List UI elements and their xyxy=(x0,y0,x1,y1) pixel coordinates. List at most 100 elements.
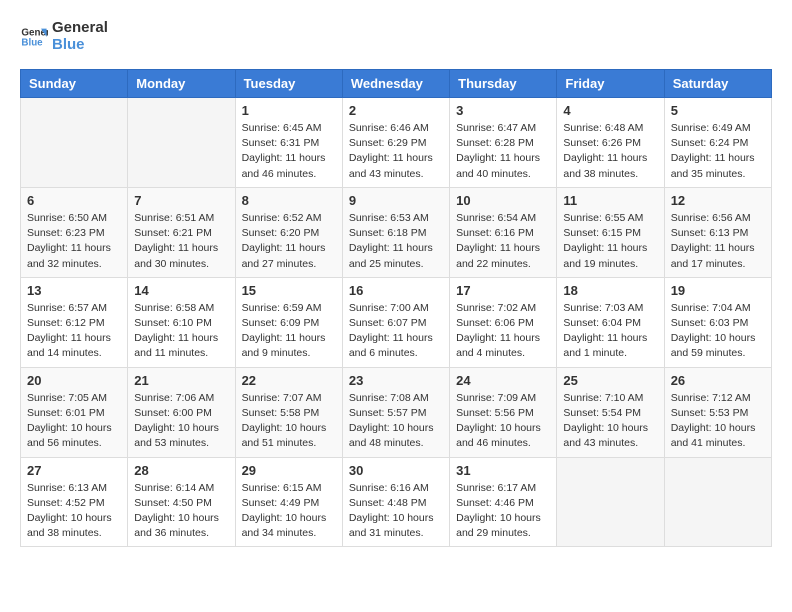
day-number: 20 xyxy=(27,373,121,388)
calendar-cell xyxy=(21,98,128,188)
day-number: 22 xyxy=(242,373,336,388)
day-number: 26 xyxy=(671,373,765,388)
calendar-cell: 23 Sunrise: 7:08 AM Sunset: 5:57 PM Dayli… xyxy=(342,367,449,457)
logo-icon: General Blue xyxy=(20,23,48,51)
day-number: 28 xyxy=(134,463,228,478)
day-number: 23 xyxy=(349,373,443,388)
weekday-header-friday: Friday xyxy=(557,70,664,98)
calendar-cell: 16Sunrise: 7:00 AM Sunset: 6:07 PM Dayli… xyxy=(342,277,449,367)
calendar-cell: 21 Sunrise: 7:06 AM Sunset: 6:00 PM Dayli… xyxy=(128,367,235,457)
day-info: Sunrise: 7:03 AM Sunset: 6:04 PM Dayligh… xyxy=(563,301,657,362)
day-number: 4 xyxy=(563,103,657,118)
day-number: 15 xyxy=(242,283,336,298)
calendar-week-3: 13Sunrise: 6:57 AM Sunset: 6:12 PM Dayli… xyxy=(21,277,772,367)
calendar-cell: 19 Sunrise: 7:04 AM Sunset: 6:03 PM Dayli… xyxy=(664,277,771,367)
day-number: 1 xyxy=(242,103,336,118)
day-info: Sunrise: 7:04 AM Sunset: 6:03 PM Dayligh… xyxy=(671,301,765,362)
calendar-cell xyxy=(557,457,664,547)
weekday-header-tuesday: Tuesday xyxy=(235,70,342,98)
day-number: 10 xyxy=(456,193,550,208)
day-number: 8 xyxy=(242,193,336,208)
day-info: Sunrise: 7:07 AM Sunset: 5:58 PM Dayligh… xyxy=(242,391,336,452)
day-number: 27 xyxy=(27,463,121,478)
day-info: Sunrise: 6:51 AM Sunset: 6:21 PM Dayligh… xyxy=(134,211,228,272)
calendar-cell: 8 Sunrise: 6:52 AM Sunset: 6:20 PM Daylig… xyxy=(235,187,342,277)
weekday-header-sunday: Sunday xyxy=(21,70,128,98)
calendar-cell: 7 Sunrise: 6:51 AM Sunset: 6:21 PM Daylig… xyxy=(128,187,235,277)
calendar-cell: 24Sunrise: 7:09 AM Sunset: 5:56 PM Dayli… xyxy=(450,367,557,457)
day-info: Sunrise: 6:17 AM Sunset: 4:46 PM Dayligh… xyxy=(456,481,550,542)
calendar-cell: 17 Sunrise: 7:02 AM Sunset: 6:06 PM Dayli… xyxy=(450,277,557,367)
calendar-header-row: SundayMondayTuesdayWednesdayThursdayFrid… xyxy=(21,70,772,98)
day-number: 6 xyxy=(27,193,121,208)
day-info: Sunrise: 6:48 AM Sunset: 6:26 PM Dayligh… xyxy=(563,121,657,182)
day-number: 7 xyxy=(134,193,228,208)
calendar-cell: 26 Sunrise: 7:12 AM Sunset: 5:53 PM Dayli… xyxy=(664,367,771,457)
page-header: General Blue General Blue xyxy=(20,20,772,53)
calendar-week-1: 1Sunrise: 6:45 AM Sunset: 6:31 PM Daylig… xyxy=(21,98,772,188)
svg-text:Blue: Blue xyxy=(21,37,43,48)
calendar-cell: 4 Sunrise: 6:48 AM Sunset: 6:26 PM Daylig… xyxy=(557,98,664,188)
day-number: 17 xyxy=(456,283,550,298)
day-info: Sunrise: 7:10 AM Sunset: 5:54 PM Dayligh… xyxy=(563,391,657,452)
day-number: 21 xyxy=(134,373,228,388)
day-info: Sunrise: 6:55 AM Sunset: 6:15 PM Dayligh… xyxy=(563,211,657,272)
day-info: Sunrise: 7:12 AM Sunset: 5:53 PM Dayligh… xyxy=(671,391,765,452)
calendar-cell: 28 Sunrise: 6:14 AM Sunset: 4:50 PM Dayli… xyxy=(128,457,235,547)
day-info: Sunrise: 6:54 AM Sunset: 6:16 PM Dayligh… xyxy=(456,211,550,272)
day-info: Sunrise: 6:58 AM Sunset: 6:10 PM Dayligh… xyxy=(134,301,228,362)
day-info: Sunrise: 6:56 AM Sunset: 6:13 PM Dayligh… xyxy=(671,211,765,272)
calendar-cell: 29 Sunrise: 6:15 AM Sunset: 4:49 PM Dayli… xyxy=(235,457,342,547)
day-number: 13 xyxy=(27,283,121,298)
calendar-cell: 22 Sunrise: 7:07 AM Sunset: 5:58 PM Dayli… xyxy=(235,367,342,457)
logo-general: General xyxy=(52,20,108,37)
calendar-cell: 3Sunrise: 6:47 AM Sunset: 6:28 PM Daylig… xyxy=(450,98,557,188)
calendar-cell: 2 Sunrise: 6:46 AM Sunset: 6:29 PM Daylig… xyxy=(342,98,449,188)
calendar-week-4: 20 Sunrise: 7:05 AM Sunset: 6:01 PM Dayli… xyxy=(21,367,772,457)
day-info: Sunrise: 6:46 AM Sunset: 6:29 PM Dayligh… xyxy=(349,121,443,182)
day-number: 2 xyxy=(349,103,443,118)
day-info: Sunrise: 7:02 AM Sunset: 6:06 PM Dayligh… xyxy=(456,301,550,362)
calendar-cell: 12 Sunrise: 6:56 AM Sunset: 6:13 PM Dayli… xyxy=(664,187,771,277)
calendar-cell: 27Sunrise: 6:13 AM Sunset: 4:52 PM Dayli… xyxy=(21,457,128,547)
day-info: Sunrise: 6:52 AM Sunset: 6:20 PM Dayligh… xyxy=(242,211,336,272)
logo-blue: Blue xyxy=(52,37,108,54)
day-number: 3 xyxy=(456,103,550,118)
day-info: Sunrise: 7:06 AM Sunset: 6:00 PM Dayligh… xyxy=(134,391,228,452)
calendar-cell: 11 Sunrise: 6:55 AM Sunset: 6:15 PM Dayli… xyxy=(557,187,664,277)
calendar-cell xyxy=(664,457,771,547)
day-number: 29 xyxy=(242,463,336,478)
day-info: Sunrise: 6:49 AM Sunset: 6:24 PM Dayligh… xyxy=(671,121,765,182)
day-info: Sunrise: 6:53 AM Sunset: 6:18 PM Dayligh… xyxy=(349,211,443,272)
day-number: 12 xyxy=(671,193,765,208)
calendar-week-2: 6 Sunrise: 6:50 AM Sunset: 6:23 PM Daylig… xyxy=(21,187,772,277)
day-number: 19 xyxy=(671,283,765,298)
day-info: Sunrise: 6:15 AM Sunset: 4:49 PM Dayligh… xyxy=(242,481,336,542)
day-info: Sunrise: 7:05 AM Sunset: 6:01 PM Dayligh… xyxy=(27,391,121,452)
day-info: Sunrise: 6:50 AM Sunset: 6:23 PM Dayligh… xyxy=(27,211,121,272)
day-number: 11 xyxy=(563,193,657,208)
calendar-week-5: 27Sunrise: 6:13 AM Sunset: 4:52 PM Dayli… xyxy=(21,457,772,547)
calendar-cell: 30Sunrise: 6:16 AM Sunset: 4:48 PM Dayli… xyxy=(342,457,449,547)
day-number: 9 xyxy=(349,193,443,208)
calendar-cell: 1Sunrise: 6:45 AM Sunset: 6:31 PM Daylig… xyxy=(235,98,342,188)
day-info: Sunrise: 7:00 AM Sunset: 6:07 PM Dayligh… xyxy=(349,301,443,362)
calendar-cell: 15 Sunrise: 6:59 AM Sunset: 6:09 PM Dayli… xyxy=(235,277,342,367)
calendar-cell: 18Sunrise: 7:03 AM Sunset: 6:04 PM Dayli… xyxy=(557,277,664,367)
day-info: Sunrise: 6:16 AM Sunset: 4:48 PM Dayligh… xyxy=(349,481,443,542)
calendar-cell: 25 Sunrise: 7:10 AM Sunset: 5:54 PM Dayli… xyxy=(557,367,664,457)
day-number: 24 xyxy=(456,373,550,388)
calendar-cell xyxy=(128,98,235,188)
day-number: 25 xyxy=(563,373,657,388)
day-info: Sunrise: 6:59 AM Sunset: 6:09 PM Dayligh… xyxy=(242,301,336,362)
day-number: 14 xyxy=(134,283,228,298)
calendar-cell: 9 Sunrise: 6:53 AM Sunset: 6:18 PM Daylig… xyxy=(342,187,449,277)
logo: General Blue General Blue xyxy=(20,20,108,53)
weekday-header-saturday: Saturday xyxy=(664,70,771,98)
calendar-table: SundayMondayTuesdayWednesdayThursdayFrid… xyxy=(20,69,772,547)
day-info: Sunrise: 7:08 AM Sunset: 5:57 PM Dayligh… xyxy=(349,391,443,452)
day-info: Sunrise: 6:14 AM Sunset: 4:50 PM Dayligh… xyxy=(134,481,228,542)
calendar-cell: 5Sunrise: 6:49 AM Sunset: 6:24 PM Daylig… xyxy=(664,98,771,188)
calendar-cell: 20 Sunrise: 7:05 AM Sunset: 6:01 PM Dayli… xyxy=(21,367,128,457)
weekday-header-monday: Monday xyxy=(128,70,235,98)
